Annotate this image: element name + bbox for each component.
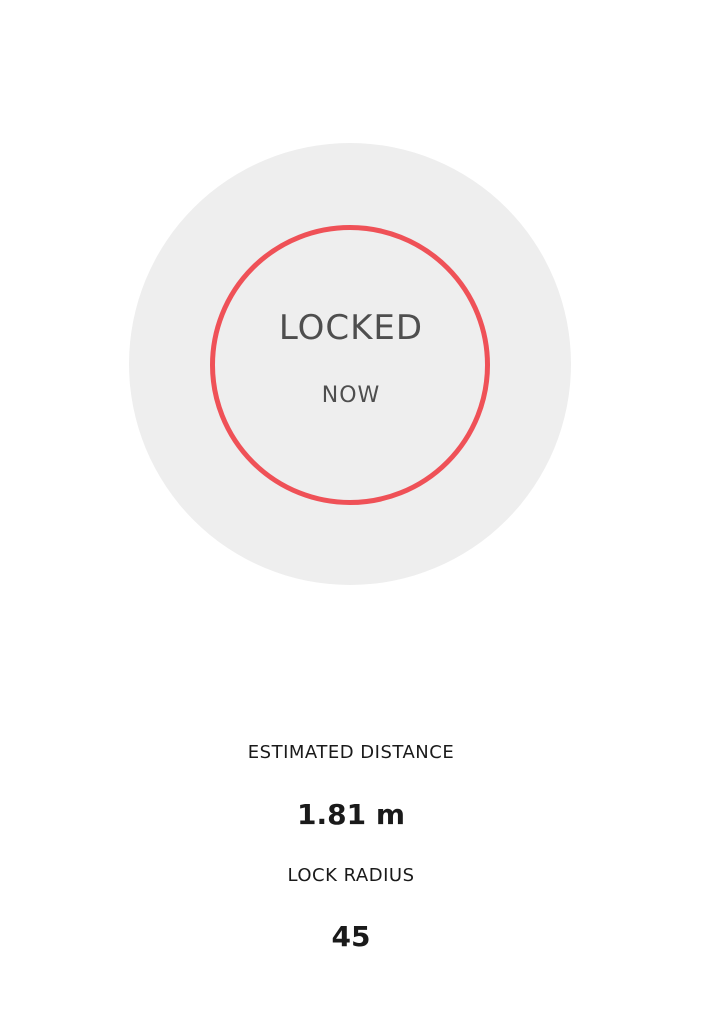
lock-status-subtitle: NOW	[321, 383, 381, 408]
estimated-distance-value: 1.81 m	[296, 798, 405, 831]
lock-radius-value: 45	[331, 920, 371, 953]
lock-radius-label: LOCK RADIUS	[287, 865, 415, 886]
lock-status-title: LOCKED	[278, 308, 424, 348]
lock-status-ring	[210, 225, 490, 505]
estimated-distance-label: ESTIMATED DISTANCE	[247, 742, 455, 763]
